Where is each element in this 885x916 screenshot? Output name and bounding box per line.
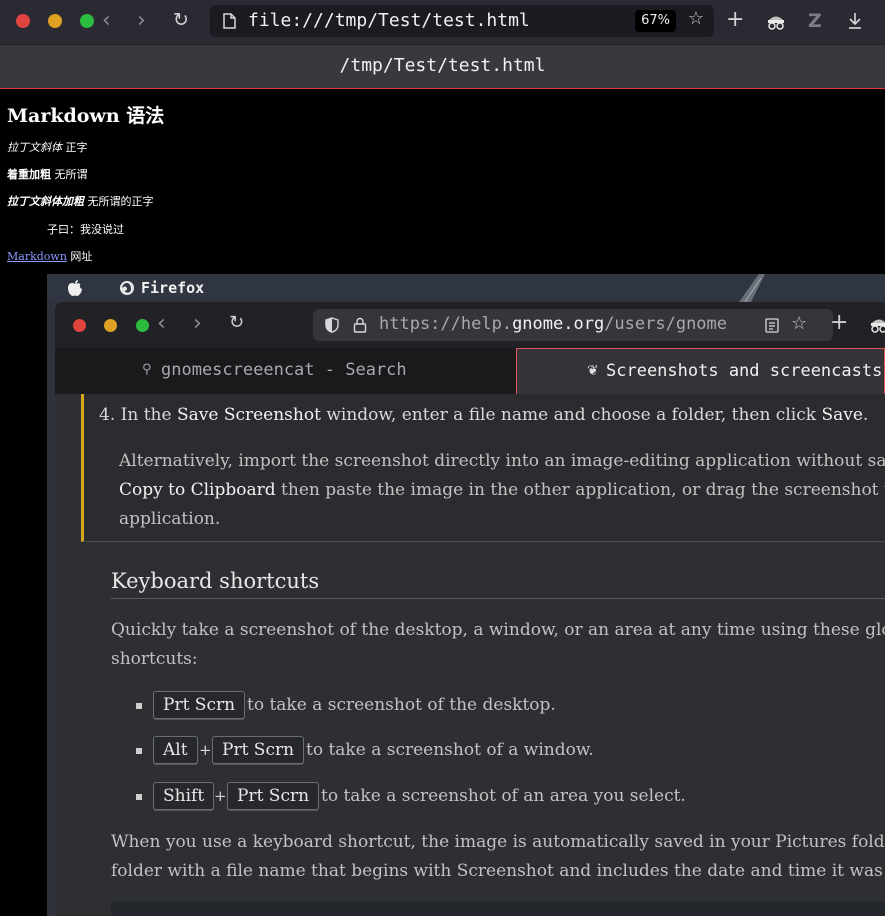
- browser-toolbar: ‹ › ↻ file:///tmp/Test/test.html 67% ☆ +…: [0, 0, 885, 44]
- inner-maximize-button: [136, 319, 149, 332]
- heading-rule: [111, 598, 885, 599]
- bookmark-star-icon[interactable]: ☆: [688, 8, 704, 29]
- new-tab-icon[interactable]: +: [726, 7, 744, 32]
- link-line: Markdown 网址: [7, 248, 92, 264]
- reader-view-icon: [765, 318, 779, 333]
- final-line-2: folder with a file name that begins with…: [111, 861, 885, 881]
- url-text: file:///tmp/Test/test.html: [248, 10, 530, 31]
- intro-line-2: shortcuts:: [111, 649, 198, 669]
- blockquote: 子曰：我没说过: [47, 223, 124, 236]
- regular-text: 正字: [65, 141, 88, 154]
- maximize-window-button[interactable]: [80, 14, 94, 28]
- inner-minimize-button: [104, 319, 117, 332]
- alt-line-1: Alternatively, import the screenshot dir…: [119, 451, 885, 471]
- bold-italic-line: 拉丁文斜体加粗 无所谓的正字: [7, 193, 154, 209]
- minimize-window-button[interactable]: [48, 14, 62, 28]
- inner-tab-screenshots: ❦ Screenshots and screencasts: [516, 348, 885, 394]
- inner-address-bar: https://help.gnome.org/users/gnome ☆: [313, 309, 833, 341]
- search-icon: ⚲: [142, 362, 152, 377]
- bold-line: 着重加粗 无所谓: [7, 166, 88, 182]
- inner-bookmark-star-icon: ☆: [791, 313, 808, 334]
- download-icon[interactable]: [847, 12, 863, 30]
- italic-text: 拉丁文斜体: [7, 141, 62, 154]
- key-prt-scrn: Prt Scrn: [227, 782, 320, 810]
- key-prt-scrn: Prt Scrn: [212, 736, 305, 764]
- key-prt-scrn: Prt Scrn: [153, 691, 246, 719]
- inner-private-mask-icon: [871, 319, 885, 333]
- inner-url-text: https://help.gnome.org/users/gnome: [379, 314, 728, 334]
- firefox-app-label: Firefox: [141, 279, 205, 297]
- inner-close-button: [73, 319, 86, 332]
- inner-new-tab-icon: +: [830, 310, 849, 335]
- save-screenshot-text: Save Screenshot: [176, 405, 321, 425]
- save-text: Save: [821, 405, 863, 425]
- regular-text: 无所谓的正字: [87, 195, 154, 208]
- page-title-bar: /tmp/Test/test.html: [0, 44, 885, 89]
- bullet-marker: [136, 794, 142, 800]
- bullet-3-text: to take a screenshot of an area you sele…: [321, 786, 686, 806]
- inner-forward-icon: ›: [193, 311, 202, 336]
- inner-reload-icon: ↻: [229, 312, 245, 333]
- zotero-icon[interactable]: Z: [808, 10, 822, 32]
- bullet-marker: [136, 748, 142, 754]
- inner-tab-strip: ⚲ gnomescreeencat - Search ❦ Screenshots…: [55, 348, 885, 394]
- key-alt: Alt: [153, 736, 198, 764]
- inner-tab-search: ⚲ gnomescreeencat - Search: [55, 348, 516, 394]
- private-mask-icon[interactable]: [766, 13, 786, 31]
- regular-text: 网址: [70, 250, 93, 263]
- inner-tab-screenshots-label: Screenshots and screencasts: [606, 361, 883, 381]
- code-block-edge: [111, 902, 885, 916]
- gnome-top-bar: Firefox: [47, 274, 885, 302]
- address-bar[interactable]: file:///tmp/Test/test.html 67% ☆: [210, 5, 714, 37]
- alt-line-2: Copy to Clipboard then paste the image i…: [119, 480, 885, 500]
- copy-to-clipboard-text: Copy to Clipboard: [119, 480, 276, 500]
- apple-icon: [68, 280, 82, 296]
- bullet-1-text: to take a screenshot of the desktop.: [247, 695, 556, 715]
- gnome-foot-icon: ❦: [587, 363, 599, 379]
- wallpaper-graphic: [739, 274, 765, 302]
- inner-tab-search-label: gnomescreeencat - Search: [161, 360, 407, 380]
- step-number: 4.: [99, 405, 116, 425]
- close-window-button[interactable]: [16, 14, 30, 28]
- final-line-1: When you use a keyboard shortcut, the im…: [111, 832, 885, 852]
- plus-sign: +: [199, 741, 212, 759]
- plus-sign: +: [214, 787, 227, 805]
- file-icon: [223, 13, 236, 29]
- help-document: 4. In the Save Screenshot window, enter …: [55, 394, 885, 916]
- reload-icon[interactable]: ↻: [173, 9, 189, 31]
- embedded-screenshot: Firefox ‹ › ↻ https://help.gnome.org/use…: [47, 274, 885, 916]
- markdown-link[interactable]: Markdown: [7, 250, 67, 263]
- bold-text: 着重加粗: [7, 168, 51, 181]
- italic-line: 拉丁文斜体 正字: [7, 139, 88, 155]
- zoom-level-button[interactable]: 67%: [635, 10, 676, 32]
- bullet-2-text: to take a screenshot of a window.: [306, 740, 594, 760]
- markdown-heading: Markdown 语法: [7, 105, 165, 127]
- inner-browser-toolbar: ‹ › ↻ https://help.gnome.org/users/gnome…: [55, 302, 885, 348]
- bold-italic-text: 拉丁文斜体加粗: [7, 195, 84, 208]
- step-4-line: 4. In the Save Screenshot window, enter …: [99, 405, 869, 425]
- page-title: /tmp/Test/test.html: [339, 55, 546, 76]
- regular-text: 无所谓: [54, 168, 88, 181]
- keyboard-shortcuts-heading: Keyboard shortcuts: [111, 569, 320, 593]
- bullet-marker: [136, 703, 142, 709]
- firefox-icon: [120, 281, 134, 295]
- shield-icon: [325, 317, 339, 333]
- forward-icon[interactable]: ›: [137, 8, 146, 33]
- inner-back-icon: ‹: [157, 311, 166, 336]
- alt-line-3: application.: [119, 509, 221, 529]
- back-icon[interactable]: ‹: [102, 8, 111, 33]
- key-shift: Shift: [153, 782, 215, 810]
- intro-line-1: Quickly take a screenshot of the desktop…: [111, 620, 885, 640]
- lock-icon: [353, 317, 367, 333]
